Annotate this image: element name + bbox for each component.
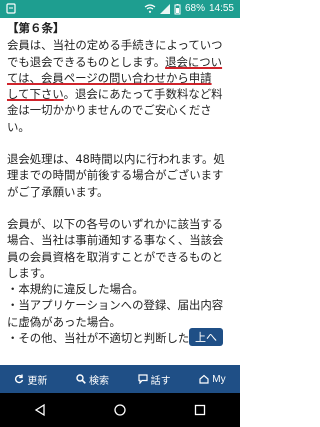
home-nav-button[interactable] — [111, 401, 129, 419]
chat-icon — [138, 374, 148, 384]
system-nav-bar — [0, 393, 240, 427]
paragraph-cancellation: 会員が、以下の各号のいずれかに該当する 場合、当社は事前通知する事なく、当該会 … — [7, 216, 235, 346]
highlighted-text: 退会につい — [165, 54, 223, 69]
text-line: 会員が、以下の各号のいずれかに該当する — [7, 216, 224, 231]
talk-label: 話す — [150, 375, 171, 387]
text-span: 。退会にあたって手数料など料 — [63, 87, 223, 102]
recents-nav-button[interactable] — [191, 401, 209, 419]
highlighted-text: して下さい — [7, 87, 64, 102]
my-button[interactable]: My — [199, 373, 226, 385]
text-line: して下さい。退会にあたって手数料など料 — [7, 86, 235, 102]
text-line: でも退会できるものとします。退会につい — [7, 54, 235, 70]
terms-content: 【第６条】 会員は、当社の定める手続きによっていつ でも退会できるものとします。… — [7, 20, 235, 365]
back-nav-button[interactable] — [31, 401, 49, 419]
bullet-item: ・本規約に違反した場合。 — [7, 282, 144, 297]
text-line: い。 — [7, 119, 30, 134]
talk-button[interactable]: 話す — [138, 372, 171, 387]
text-line: 退会処理は、48時間以内に行われます。処 — [7, 152, 225, 167]
text-span: でも退会できるものとします。 — [7, 54, 166, 69]
text-line: 会員は、当社の定める手続きによっていつ — [7, 38, 223, 53]
status-time: 14:55 — [208, 3, 234, 14]
battery-icon — [174, 3, 181, 14]
wifi-icon — [144, 4, 156, 13]
article-heading: 【第６条】 — [7, 21, 65, 35]
sim-card-icon — [6, 3, 16, 14]
refresh-button[interactable]: 更新 — [14, 372, 47, 387]
bullet-item: ・当アプリケーションへの登録、届出内容 — [7, 298, 224, 313]
recents-square-icon — [194, 404, 206, 416]
text-line: 理までの時間が前後する場合がございます — [7, 168, 224, 183]
text-line: 場合、当社は事前通知する事なく、当該会 — [7, 233, 224, 248]
refresh-icon — [15, 374, 24, 384]
text-line: がご了承願います。 — [7, 184, 109, 199]
paragraph-withdrawal: 会員は、当社の定める手続きによっていつ でも退会できるものとします。退会につい … — [7, 37, 235, 135]
bottom-toolbar: 更新 検索 話す My — [0, 365, 240, 393]
signal-icon — [159, 4, 170, 14]
back-triangle-icon — [34, 403, 45, 417]
text-line: 金は一切かかりませんのでご安心くださ — [7, 103, 212, 118]
my-label: My — [212, 373, 226, 385]
search-button[interactable]: 検索 — [76, 372, 109, 387]
back-to-top-button[interactable]: 上へ — [189, 328, 223, 346]
highlighted-text: ては、会員ページの問い合わせから申請 — [7, 70, 212, 85]
search-icon — [76, 374, 86, 384]
text-line: ては、会員ページの問い合わせから申請 — [7, 70, 235, 86]
battery-percent: 68% — [184, 3, 205, 14]
text-line: 員の会員資格を取消すことができるものと — [7, 249, 224, 264]
home-circle-icon — [114, 404, 126, 416]
search-label: 検索 — [88, 375, 109, 387]
text-line: します。 — [7, 265, 52, 280]
refresh-label: 更新 — [27, 375, 48, 387]
paragraph-processing: 退会処理は、48時間以内に行われます。処 理までの時間が前後する場合がございます… — [7, 151, 235, 200]
home-icon — [199, 374, 209, 384]
status-bar: 68% 14:55 — [0, 0, 240, 18]
